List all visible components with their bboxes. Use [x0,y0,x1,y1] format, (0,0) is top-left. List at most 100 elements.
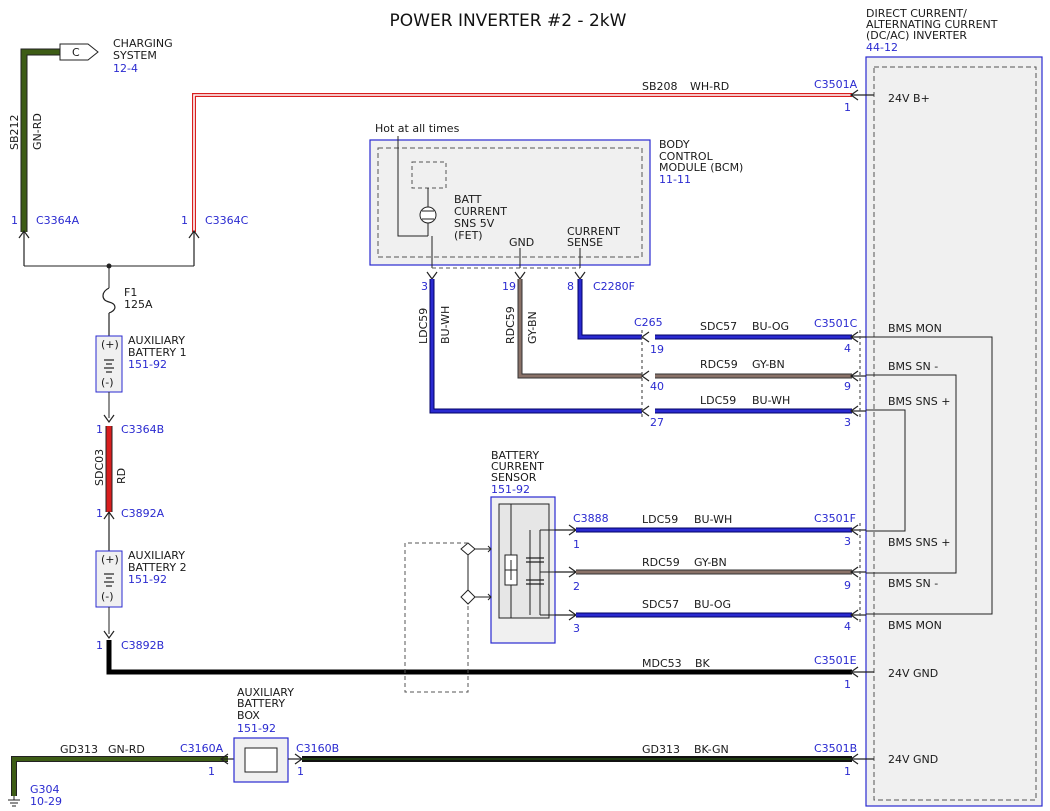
c3501c-pin-4: 4 [844,342,851,355]
c3888-pin-2: 2 [573,580,580,593]
rdc59-upper-color: GY-BN [752,358,785,371]
gd313-left-color: GN-RD [108,743,145,756]
c3364a-connector [18,229,30,266]
inverter-pin-24v-gnd-2: 24V GND [888,753,938,766]
battery-current-sensor [404,496,556,693]
c3501f-pin-9: 9 [844,579,851,592]
fuse-rating: 125A [124,298,153,311]
c3364a-pin: 1 [11,214,18,227]
charging-system-line2: SYSTEM [113,49,157,62]
gd313-left-circuit: GD313 [60,743,98,756]
inverter-pin-bms-sn-minus-2: BMS SN - [888,577,938,590]
bcm-ref: 11-11 [659,173,691,186]
c265-pin-19: 19 [650,343,664,356]
c3160b-name: C3160B [296,742,339,755]
rdc59-vertical-color: GY-BN [526,311,539,344]
ldc59-vertical-color: BU-WH [439,306,452,344]
sdc57-upper-color: BU-OG [752,320,789,333]
gd313-right-circuit: GD313 [642,743,680,756]
c3160a-pin: 1 [208,765,215,778]
sdc03-circuit: SDC03 [93,449,106,486]
mdc53-circuit: MDC53 [642,657,682,670]
bcm-batt-line4: (FET) [454,229,483,242]
inverter-pin-24v-b-plus: 24V B+ [888,92,930,105]
aux-battery-2-plus: (+) [101,553,119,566]
aux-battery-1-plus: (+) [101,338,119,351]
c3892b-pin: 1 [96,639,103,652]
c265-connector [640,330,650,418]
bcm-current-sense-line2: SENSE [567,236,603,249]
c2280f-name: C2280F [593,280,635,293]
inverter-pin-24v-gnd-1: 24V GND [888,667,938,680]
c3501f-pin-4: 4 [844,620,851,633]
c3501c-name: C3501C [814,317,858,330]
bcm-pin-3: 3 [421,280,428,293]
ground-g304-symbol [8,796,20,807]
bcm-pin-8: 8 [567,280,574,293]
fuse-f1 [102,287,116,336]
sb212-color: GN-RD [31,113,44,150]
c3364c-pin: 1 [181,214,188,227]
c3892b-name: C3892B [121,639,164,652]
c3501c-connector [849,330,866,418]
c265-pin-27: 27 [650,416,664,429]
ldc59-upper-circuit: LDC59 [700,394,736,407]
inverter-pin-bms-mon-1: BMS MON [888,322,942,335]
inverter-ref: 44-12 [866,41,898,54]
c3501e-name: C3501E [814,654,857,667]
bcm-gnd-label: GND [509,236,534,249]
c3160b-connector [288,753,304,765]
c3501f-name: C3501F [814,512,856,525]
wiring-diagram: POWER INVERTER #2 - 2kW DIRECT CURRENT/ … [8,7,1043,808]
c3501b-name: C3501B [814,742,857,755]
c3892a-name: C3892A [121,507,165,520]
c3888-name: C3888 [573,512,609,525]
charging-system-connector-label: C [72,46,80,59]
bcm-pin-19: 19 [502,280,516,293]
rdc59-lower-circuit: RDC59 [642,556,680,569]
rdc59-lower-color: GY-BN [694,556,727,569]
c3501e-pin: 1 [844,678,851,691]
ldc59-lower-circuit: LDC59 [642,513,678,526]
c3501f-pin-3: 3 [844,535,851,548]
c3892a-pin: 1 [96,507,103,520]
aux-battery-2-minus: (-) [101,590,114,603]
c265-name: C265 [634,316,663,329]
wire-mdc53 [106,640,852,675]
c3160a-name: C3160A [180,742,224,755]
c3364b-pin: 1 [96,423,103,436]
sb212-circuit: SB212 [8,114,21,150]
inverter-pin-bms-sns-plus-1: BMS SNS + [888,395,950,408]
c3501c-pin-3: 3 [844,416,851,429]
rdc59-upper-circuit: RDC59 [700,358,738,371]
inverter-module [865,56,1043,807]
c3501f-connector [849,523,866,622]
aux-battery-2-ref: 151-92 [128,573,167,586]
inverter-pin-bms-mon-2: BMS MON [888,619,942,632]
ldc59-upper-color: BU-WH [752,394,790,407]
c265-pin-40: 40 [650,380,664,393]
aux-battery-1-ref: 151-92 [128,358,167,371]
sb208-circuit: SB208 [642,80,678,93]
c3501a-name: C3501A [814,78,858,91]
c3501a-pin: 1 [844,101,851,114]
c3364c-name: C3364C [205,214,249,227]
mdc53-color: BK [695,657,711,670]
c3364a-name: C3364A [36,214,80,227]
sdc57-upper-circuit: SDC57 [700,320,737,333]
charging-system-ref: 12-4 [113,62,138,75]
aux-battery-box-line3: BOX [237,709,260,722]
sdc03-color: RD [115,468,128,484]
c3160a-connector [219,753,234,765]
inverter-pin-bms-sn-minus-1: BMS SN - [888,360,938,373]
bcm-pin-arrows [426,271,586,281]
c3501c-pin-9: 9 [844,380,851,393]
c3888-pin-3: 3 [573,622,580,635]
diagram-title: POWER INVERTER #2 - 2kW [390,11,627,31]
aux-battery-1-minus: (-) [101,376,114,389]
splice-junction [24,263,194,288]
ldc59-lower-color: BU-WH [694,513,732,526]
c3888-pin-1: 1 [573,538,580,551]
wire-ldc59-bcm [429,279,642,414]
c3501b-pin: 1 [844,765,851,778]
